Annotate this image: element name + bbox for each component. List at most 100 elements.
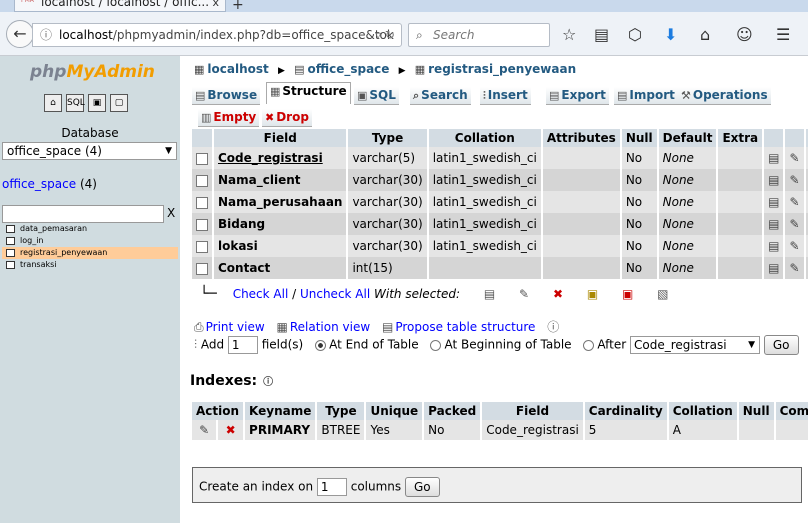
table-list-item[interactable]: data_pemasaran	[2, 223, 178, 235]
browse-values-icon[interactable]: ▤	[763, 191, 786, 213]
drop-field-icon[interactable]: ✖	[804, 257, 808, 279]
table-list-item[interactable]: transaksi	[2, 259, 178, 271]
breadcrumb-database[interactable]: office_space	[307, 62, 389, 76]
edit-pencil-icon[interactable]: ✎	[784, 235, 806, 257]
drop-field-icon[interactable]: ✖	[804, 191, 808, 213]
documentation-icon[interactable]: ▣	[88, 94, 106, 112]
row-checkbox[interactable]	[196, 262, 208, 275]
uncheck-all-link[interactable]: Uncheck All	[300, 287, 370, 301]
breadcrumb-table[interactable]: registrasi_penyewaan	[428, 62, 576, 76]
add-field-count-input[interactable]: 1	[227, 336, 258, 354]
tab-close-icon[interactable]: x	[212, 0, 219, 10]
create-index-go-button[interactable]: Go	[404, 477, 440, 497]
tab-import[interactable]: ▤ Import	[614, 87, 678, 105]
after-radio[interactable]	[583, 339, 595, 351]
clear-filter-button[interactable]: X	[167, 206, 175, 220]
tab-export[interactable]: ▤ Export	[546, 87, 609, 105]
unique-icon[interactable]: ▣	[622, 287, 633, 301]
home-icon[interactable]: ⌂	[700, 26, 710, 44]
at-beginning-radio[interactable]	[430, 339, 442, 351]
column-header[interactable]: Field	[213, 129, 349, 147]
site-info-icon[interactable]: ⓘ	[40, 24, 52, 46]
browse-values-icon[interactable]: ▤	[763, 169, 786, 191]
tab-drop[interactable]: ✖ Drop	[262, 109, 312, 127]
add-field-go-button[interactable]: Go	[763, 335, 799, 355]
column-header[interactable]: Attributes	[541, 129, 622, 147]
home-icon[interactable]: ⌂	[44, 94, 62, 112]
column-header[interactable]: Default	[657, 129, 719, 147]
back-button[interactable]: ←	[6, 20, 34, 48]
table-filter-input[interactable]	[2, 205, 164, 223]
edit-pencil-icon[interactable]: ✎	[192, 420, 219, 440]
drop-field-icon[interactable]: ✖	[804, 213, 808, 235]
row-checkbox-cell	[192, 257, 214, 279]
tab-insert[interactable]: ⫶ Insert	[480, 87, 531, 105]
sql-query-icon[interactable]: SQL	[66, 94, 85, 112]
help-icon[interactable]: ⓘ	[547, 320, 559, 334]
drop-field-icon[interactable]: ✖	[804, 235, 808, 257]
tab-operations[interactable]: ⚒ Operations	[678, 87, 771, 105]
help-icon[interactable]: ▢	[110, 94, 128, 112]
browse-selected-icon[interactable]: ▤	[484, 287, 495, 301]
column-header[interactable]: Extra	[717, 129, 765, 147]
print-view-link[interactable]: Print view	[206, 320, 265, 334]
row-checkbox[interactable]	[196, 196, 208, 209]
breadcrumb-server[interactable]: localhost	[207, 62, 268, 76]
url-bar[interactable]: ⓘ localhost/phpmyadmin/index.php?db=offi…	[32, 23, 402, 47]
tab-browse[interactable]: ▤ Browse	[192, 87, 261, 105]
primary-key-icon[interactable]: ▣	[587, 287, 598, 301]
create-index-count-input[interactable]: 1	[316, 478, 347, 496]
index-icon[interactable]: ▧	[657, 287, 668, 301]
tab-structure[interactable]: ▦ Structure	[266, 82, 351, 104]
reading-list-icon[interactable]: ▤	[594, 26, 609, 44]
browse-values-icon[interactable]: ▤	[763, 213, 786, 235]
tab-sql[interactable]: ▣ SQL	[354, 87, 399, 105]
field-collation: latin1_swedish_ci	[427, 147, 543, 169]
browser-search-input[interactable]: ⌕ Search	[408, 23, 550, 47]
download-icon[interactable]: ⬇	[664, 26, 677, 44]
propose-structure-link[interactable]: Propose table structure	[395, 320, 535, 334]
edit-selected-icon[interactable]: ✎	[519, 287, 529, 301]
edit-pencil-icon[interactable]: ✎	[784, 191, 806, 213]
edit-pencil-icon[interactable]: ✎	[784, 213, 806, 235]
table-list-item-active[interactable]: registrasi_penyewaan	[2, 247, 178, 259]
field-collation: latin1_swedish_ci	[427, 191, 543, 213]
edit-pencil-icon[interactable]: ✎	[784, 169, 806, 191]
column-header[interactable]: Null	[620, 129, 659, 147]
relation-view-link[interactable]: Relation view	[290, 320, 370, 334]
browse-values-icon[interactable]: ▤	[763, 235, 786, 257]
tab-search[interactable]: ⌕ Search	[410, 87, 471, 105]
reload-icon[interactable]: ▿ ↻	[375, 24, 395, 46]
pocket-icon[interactable]: ⬡	[628, 26, 642, 44]
browse-values-icon[interactable]: ▤	[763, 257, 786, 279]
after-field-select[interactable]: Code_registrasi ▼	[630, 336, 761, 354]
tab-empty[interactable]: ▥ Empty	[198, 109, 260, 127]
menu-icon[interactable]: ☰	[776, 26, 790, 44]
drop-index-icon[interactable]: ✖	[217, 420, 246, 440]
table-list-item[interactable]: log_in	[2, 235, 178, 247]
help-icon[interactable]: ⓘ	[263, 373, 273, 388]
drop-selected-icon[interactable]: ✖	[553, 287, 563, 301]
edit-pencil-icon[interactable]: ✎	[784, 147, 806, 169]
browser-tab[interactable]: PMA localhost / localhost / offic... x	[14, 0, 226, 12]
row-checkbox[interactable]	[196, 152, 208, 165]
row-checkbox[interactable]	[196, 218, 208, 231]
bookmark-star-icon[interactable]: ☆	[562, 26, 576, 44]
database-select[interactable]: office_space (4) ▼	[2, 142, 177, 160]
drop-field-icon[interactable]: ✖	[804, 147, 808, 169]
phpmyadmin-logo[interactable]: phpMyAdmin	[30, 62, 155, 82]
row-checkbox[interactable]	[196, 240, 208, 253]
table-row: Nama_client varchar(30) latin1_swedish_c…	[192, 169, 808, 191]
database-title-link[interactable]: office_space (4)	[2, 177, 97, 191]
column-header[interactable]: Type	[347, 129, 429, 147]
edit-pencil-icon[interactable]: ✎	[784, 257, 806, 279]
column-header[interactable]: Collation	[427, 129, 543, 147]
after-field-selected: Code_registrasi	[634, 338, 727, 352]
row-checkbox[interactable]	[196, 174, 208, 187]
browse-values-icon[interactable]: ▤	[763, 147, 786, 169]
at-end-radio[interactable]	[315, 339, 327, 351]
new-tab-button[interactable]: +	[232, 0, 244, 12]
check-all-link[interactable]: Check All	[233, 287, 289, 301]
drop-field-icon[interactable]: ✖	[804, 169, 808, 191]
hello-icon[interactable]: ☺	[736, 26, 753, 44]
